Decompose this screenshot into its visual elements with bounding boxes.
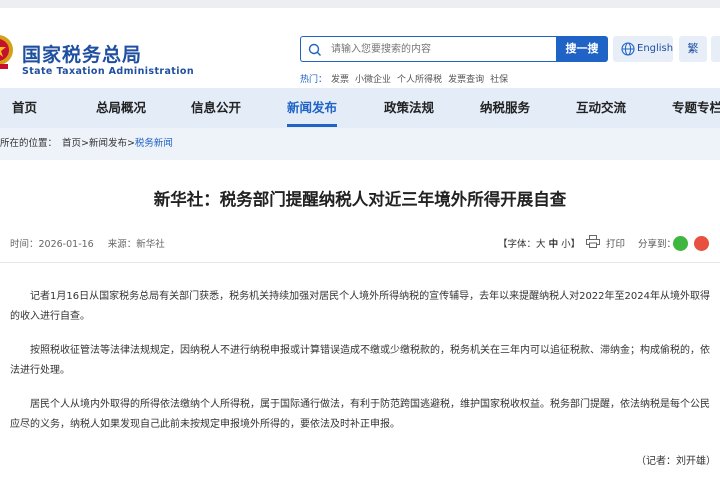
nav-item-interaction[interactable]: 互动交流 xyxy=(576,88,626,128)
hot-link-social-security[interactable]: 社保 xyxy=(490,75,508,85)
globe-icon xyxy=(621,42,635,56)
breadcrumb-current[interactable]: 税务新闻 xyxy=(135,138,173,149)
article-title: 新华社：税务部门提醒纳税人对近三年境外所得开展自查 xyxy=(153,190,567,209)
publish-time: 时间：2026-01-16 xyxy=(10,239,94,250)
nav-item-tax-service[interactable]: 纳税服务 xyxy=(480,88,530,128)
search-button[interactable]: 搜一搜 xyxy=(556,36,608,62)
search-icon xyxy=(308,43,321,56)
font-size-prefix: 【字体： xyxy=(498,239,537,250)
article-source: 来源：新华社 xyxy=(107,239,165,250)
share-label: 分享到： xyxy=(638,239,677,250)
wechat-share-icon[interactable] xyxy=(673,236,688,251)
content-divider xyxy=(0,262,720,263)
hot-link-invoice[interactable]: 发票 xyxy=(331,75,349,85)
breadcrumb: 所在的位置： 首页>新闻发布>税务新闻 xyxy=(0,128,720,160)
article-paragraph: 居民个人从境内外取得的所得依法缴纳个人所得税，属于国际通行做法，有利于防范跨国逃… xyxy=(10,399,710,430)
hot-link-invoice-query[interactable]: 发票查询 xyxy=(448,75,484,85)
breadcrumb-links[interactable]: 首页>新闻发布> xyxy=(62,138,135,149)
breadcrumb-path: 首页>新闻发布>税务新闻 xyxy=(62,128,173,160)
english-label: English xyxy=(637,43,674,54)
print-button[interactable]: 打印 xyxy=(606,236,625,250)
main-nav: 首页 总局概况 信息公开 新闻发布 政策法规 纳税服务 互动交流 专题专栏 xyxy=(0,88,720,128)
nav-item-news[interactable]: 新闻发布 xyxy=(287,88,337,128)
nav-item-special-topics[interactable]: 专题专栏 xyxy=(672,88,720,128)
font-small-button[interactable]: 小 xyxy=(561,239,571,250)
nav-active-indicator xyxy=(287,124,337,127)
hot-link-small-business[interactable]: 小微企业 xyxy=(355,75,391,85)
site-logo-english[interactable]: State Taxation Administration xyxy=(22,66,194,77)
nav-item-info-disclosure[interactable]: 信息公开 xyxy=(191,88,241,128)
nav-item-home[interactable]: 首页 xyxy=(12,88,37,128)
hot-search-links: 热门： 发票 小微企业 个人所得税 发票查询 社保 xyxy=(300,72,514,85)
font-medium-button[interactable]: 中 xyxy=(549,239,559,250)
traditional-chinese-button[interactable]: 繁 xyxy=(679,36,707,62)
english-button[interactable]: English xyxy=(613,36,673,62)
accessibility-button[interactable] xyxy=(711,36,720,62)
search-box xyxy=(300,36,556,62)
breadcrumb-label: 所在的位置： xyxy=(0,138,58,149)
search-input[interactable] xyxy=(331,40,546,58)
article-paragraph: 按照税收征管法等法律法规规定，因纳税人不进行纳税申报或计算错误造成不缴或少缴税款… xyxy=(10,345,710,376)
site-logo-text[interactable]: 国家税务总局 xyxy=(22,40,142,67)
nav-item-overview[interactable]: 总局概况 xyxy=(96,88,146,128)
font-size-switcher: 【字体：大 中 小】 xyxy=(498,239,580,250)
hot-link-income-tax[interactable]: 个人所得税 xyxy=(397,75,442,85)
nav-item-policy[interactable]: 政策法规 xyxy=(384,88,434,128)
font-size-suffix: 】 xyxy=(570,239,581,250)
print-icon[interactable] xyxy=(586,235,600,248)
national-emblem-icon xyxy=(0,35,13,69)
article-meta: 时间：2026-01-16 来源：新华社 xyxy=(10,236,165,250)
site-header: 国家税务总局 State Taxation Administration 搜一搜… xyxy=(0,8,720,88)
article-tools: 【字体：大 中 小】 打印 分享到： xyxy=(498,235,676,250)
hot-search-label: 热门： xyxy=(300,75,328,85)
font-large-button[interactable]: 大 xyxy=(536,239,546,250)
weibo-share-icon[interactable] xyxy=(694,236,709,251)
top-strip xyxy=(0,0,720,8)
article-paragraph: 记者1月16日从国家税务总局有关部门获悉，税务机关持续加强对居民个人境外所得纳税… xyxy=(10,291,710,322)
reporter-credit: （记者：刘开雄） xyxy=(636,456,716,467)
